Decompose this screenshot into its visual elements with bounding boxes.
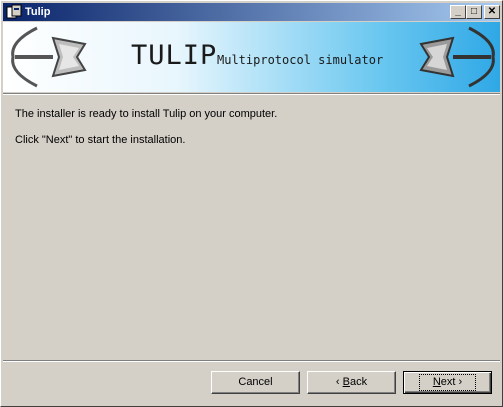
next-arrow-icon: › bbox=[458, 376, 463, 388]
tulip-logo-right-icon bbox=[419, 26, 495, 88]
maximize-icon: □ bbox=[470, 6, 478, 17]
close-button[interactable]: ✕ bbox=[484, 5, 500, 19]
window-title: Tulip bbox=[25, 6, 51, 18]
next-button[interactable]: Next › bbox=[403, 371, 492, 394]
banner-subtitle: Multiprotocol simulator bbox=[217, 53, 384, 67]
instruction-message: Click "Next" to start the installation. bbox=[15, 134, 186, 146]
installer-window: Tulip _ □ ✕ TULIP Multiprotocol simulato… bbox=[0, 0, 503, 407]
next-focus-ring: Next › bbox=[418, 374, 477, 391]
header-banner: TULIP Multiprotocol simulator bbox=[3, 22, 500, 92]
minimize-button[interactable]: _ bbox=[450, 5, 466, 19]
tulip-logo-left-icon bbox=[11, 26, 87, 88]
next-button-mnemonic: N bbox=[432, 376, 441, 388]
footer-separator bbox=[3, 360, 500, 362]
banner-separator bbox=[3, 93, 500, 95]
close-icon: ✕ bbox=[487, 6, 497, 17]
cancel-button[interactable]: Cancel bbox=[211, 371, 300, 394]
maximize-button[interactable]: □ bbox=[466, 5, 482, 19]
minimize-icon: _ bbox=[455, 6, 461, 17]
back-button[interactable]: ‹ Back bbox=[307, 371, 396, 394]
back-arrow-icon: ‹ bbox=[335, 376, 340, 388]
next-button-label: ext bbox=[440, 376, 456, 388]
cancel-button-label: Cancel bbox=[238, 376, 273, 388]
banner-title: TULIP bbox=[131, 40, 218, 71]
installer-app-icon bbox=[6, 4, 22, 19]
title-bar[interactable]: Tulip _ □ ✕ bbox=[3, 3, 500, 21]
back-button-mnemonic: B bbox=[342, 376, 350, 388]
ready-message: The installer is ready to install Tulip … bbox=[15, 108, 278, 120]
back-button-label: ack bbox=[349, 376, 368, 388]
